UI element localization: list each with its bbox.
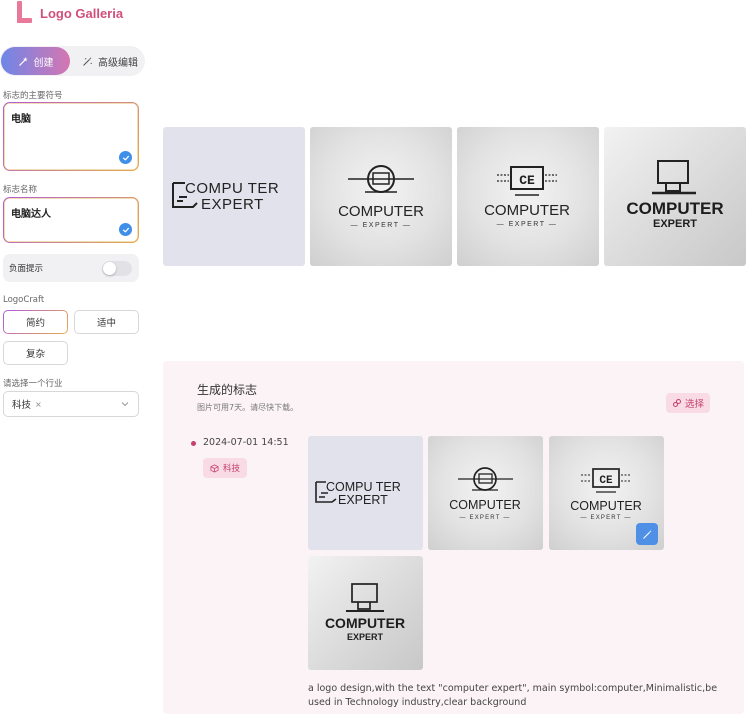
generated-subtitle: 图片可用7天。请尽快下载。 (197, 403, 299, 412)
prompt-text: a logo design,with the text "computer ex… (308, 683, 718, 708)
generated-text-line2: — EXPERT — (459, 515, 510, 521)
symbol-label: 标志的主要符号 (3, 91, 63, 101)
preview-text-line1: COMPUTER (484, 202, 570, 219)
mode-toggle: 创建 高级编辑 (0, 46, 145, 76)
preview-text-line2: EXPERT (653, 218, 697, 230)
industry-tag: 科技 (203, 458, 248, 478)
generated-text-line2: EXPERT (347, 632, 384, 642)
generated-text-line1: COMPU TER (326, 480, 401, 494)
generated-text-line1: COMPUTER (325, 615, 405, 631)
advanced-edit-button[interactable]: 高级编辑 (76, 47, 144, 75)
app-name: Logo Galleria (40, 5, 124, 21)
timeline-dot (191, 441, 196, 446)
advanced-edit-label: 高级编辑 (98, 57, 138, 69)
negative-prompt-row: 负面提示 (3, 254, 139, 282)
preview-logo-2[interactable]: COMPUTER — EXPERT — (310, 127, 452, 266)
check-icon (119, 151, 132, 164)
style-option-label: 适中 (96, 318, 116, 329)
industry-tag-label: 科技 (223, 464, 241, 474)
generated-text-line2: EXPERT (338, 493, 388, 507)
style-option-moderate[interactable]: 适中 (74, 310, 139, 334)
svg-text:CE: CE (599, 475, 613, 487)
cube-icon (210, 463, 219, 473)
preview-logo-3[interactable]: CE COMPUTER — EXPERT — (457, 127, 599, 266)
computer-outline-icon: COMPU TER EXPERT (315, 480, 401, 507)
remove-chip-icon[interactable]: × (35, 400, 42, 409)
create-mode-label: 创建 (33, 57, 54, 69)
preview-text-line2: EXPERT (201, 196, 264, 213)
style-option-label: 简约 (25, 318, 45, 329)
industry-select[interactable]: 科技 × (3, 391, 139, 417)
monitor-circle-icon: COMPUTER — EXPERT — (338, 165, 424, 229)
generated-text-line2: — EXPERT — (580, 515, 631, 521)
generated-text-line1: COMPUTER (449, 498, 521, 512)
name-value: 电脑达人 (11, 209, 51, 220)
link-icon (672, 399, 681, 407)
name-label: 标志名称 (3, 185, 38, 195)
preview-logo-4[interactable]: COMPUTER EXPERT (604, 127, 746, 266)
generated-logos-panel: 生成的标志 图片可用7天。请尽快下载。 选择 2024-07-01 14:51 … (163, 361, 744, 714)
logo-icon (16, 1, 33, 25)
monitor-3d-icon: COMPUTER EXPERT (626, 160, 724, 230)
style-section-label: LogoCraft (3, 295, 45, 305)
app: Logo Galleria 创建 高级编辑 标志的主要符号 电脑 标志名称 电脑… (0, 0, 750, 714)
ce-monitor-icon: CE COMPUTER — EXPERT — (484, 166, 570, 228)
edit-wand-icon (642, 529, 652, 539)
industry-label: 请选择一个行业 (3, 379, 63, 389)
generated-logo-4[interactable]: COMPUTER EXPERT (308, 556, 423, 670)
name-textarea[interactable]: 电脑达人 (3, 197, 139, 243)
svg-text:CE: CE (519, 173, 535, 188)
symbol-textarea[interactable]: 电脑 (3, 102, 139, 171)
sidebar: Logo Galleria 创建 高级编辑 标志的主要符号 电脑 标志名称 电脑… (0, 0, 148, 714)
select-button[interactable]: 选择 (665, 393, 710, 413)
preview-text-line2: — EXPERT — (497, 221, 558, 228)
monitor-circle-icon: COMPUTER — EXPERT — (449, 467, 521, 521)
preview-text-line1: COMPU TER (185, 180, 279, 197)
magic-wand-icon (18, 56, 28, 66)
style-option-minimal[interactable]: 简约 (3, 310, 68, 334)
toggle-knob (103, 262, 116, 275)
preview-text-line1: COMPUTER (338, 203, 424, 220)
generated-title: 生成的标志 (197, 383, 258, 397)
generated-logo-2[interactable]: COMPUTER — EXPERT — (428, 436, 543, 550)
industry-chip: 科技 (12, 400, 32, 411)
computer-outline-icon: COMPU TER EXPERT (172, 180, 279, 213)
preview-text-line1: COMPUTER (626, 199, 723, 218)
brand[interactable]: Logo Galleria (16, 0, 123, 26)
generation-timestamp: 2024-07-01 14:51 (203, 437, 289, 448)
generated-text-line1: COMPUTER (570, 499, 642, 513)
generated-logo-1[interactable]: COMPU TER EXPERT (308, 436, 423, 550)
chevron-down-icon (121, 402, 129, 407)
select-label: 选择 (684, 399, 704, 410)
negative-prompt-toggle[interactable] (102, 261, 132, 276)
style-option-complex[interactable]: 复杂 (3, 341, 68, 365)
preview-text-line2: — EXPERT — (351, 222, 412, 229)
monitor-3d-icon: COMPUTER EXPERT (325, 583, 405, 642)
symbol-value: 电脑 (11, 114, 31, 125)
create-mode-button[interactable]: 创建 (1, 47, 70, 75)
negative-prompt-label: 负面提示 (9, 264, 44, 274)
edit-logo-button[interactable] (636, 523, 658, 545)
edit-wand-icon (83, 56, 92, 66)
preview-logo-1[interactable]: COMPU TER EXPERT (163, 127, 305, 266)
style-option-label: 复杂 (25, 349, 45, 360)
generated-logo-3[interactable]: CE COMPUTER — EXPERT — (549, 436, 664, 550)
check-icon (119, 223, 132, 236)
